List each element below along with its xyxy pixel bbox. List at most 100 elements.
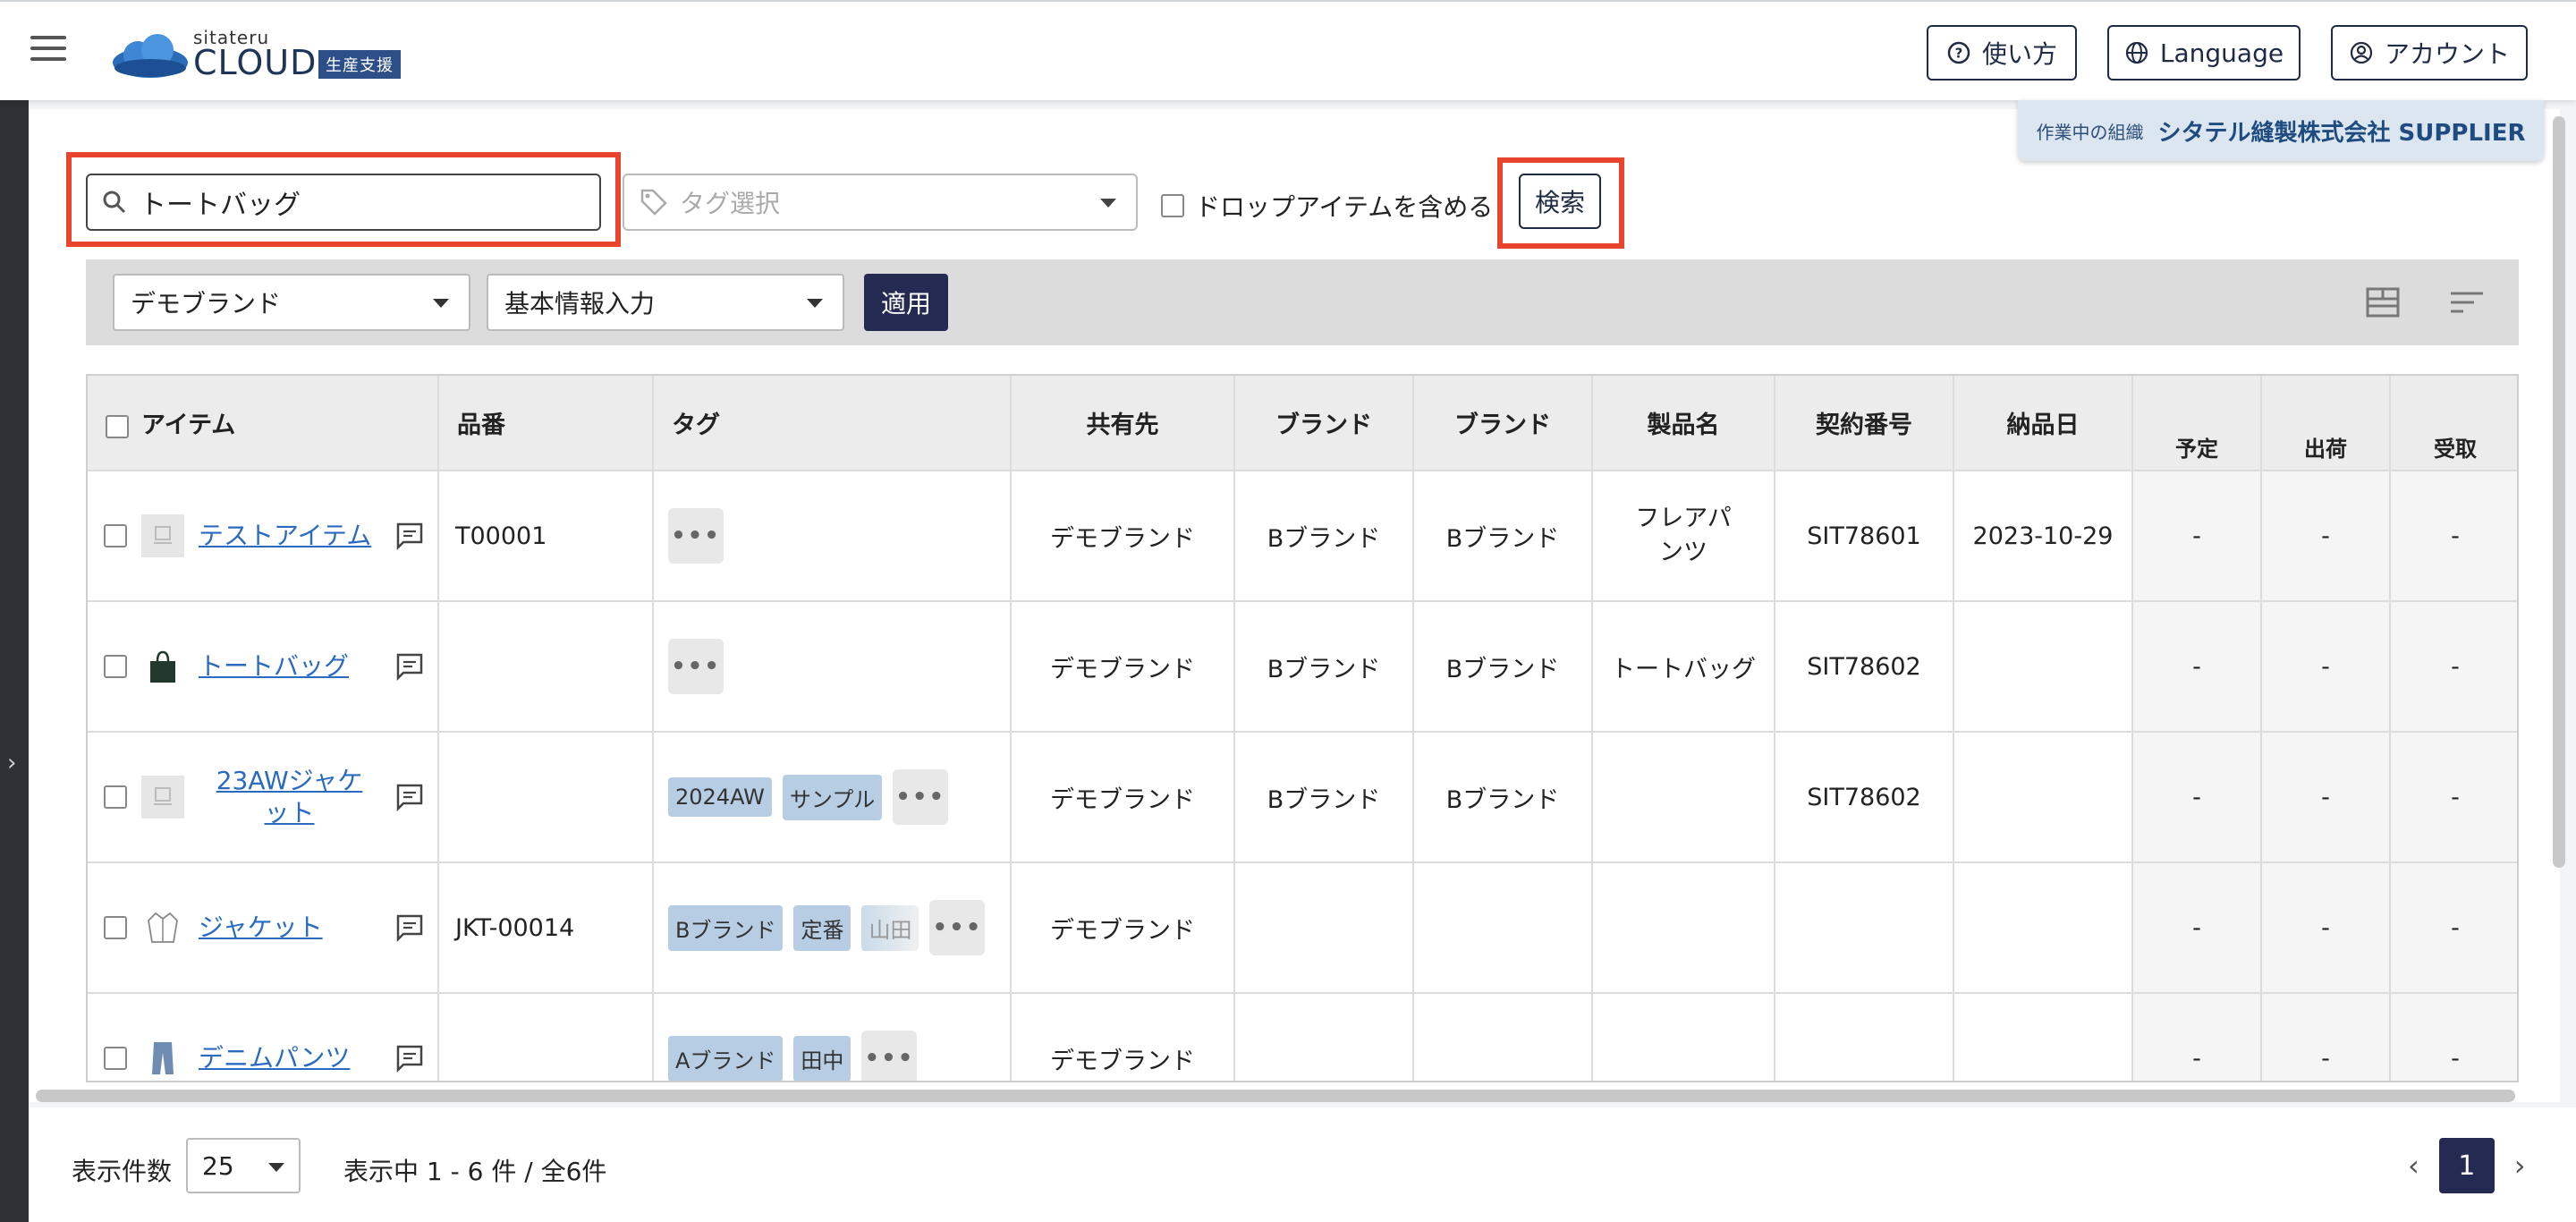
- item-link[interactable]: テストアイテム: [199, 520, 380, 552]
- tag-chip[interactable]: Aブランド: [668, 1035, 784, 1081]
- placeholder-image-icon: [154, 787, 172, 805]
- question-circle-icon: ?: [1947, 41, 1970, 64]
- more-tags-button[interactable]: •••: [893, 769, 949, 825]
- table-row: デニムパンツ Aブランド 田中 ••• デモブランド - - -: [88, 993, 2517, 1081]
- comment-icon[interactable]: [394, 1043, 425, 1073]
- cell-contract: SIT78602: [1775, 601, 1954, 733]
- cell-shipped: -: [2261, 862, 2391, 994]
- denim-pants-icon: [152, 1042, 174, 1074]
- chevron-right-icon[interactable]: ›: [2514, 1149, 2526, 1183]
- checkbox[interactable]: [1161, 194, 1184, 217]
- cell-code: T00001: [438, 471, 654, 602]
- tag-chip[interactable]: 山田: [861, 904, 919, 951]
- placeholder-image-icon: [154, 526, 172, 544]
- globe-icon: [2125, 41, 2148, 64]
- header-brand-2: ブランド: [1413, 376, 1593, 471]
- organization-name: シタテル縫製株式会社 SUPPLIER: [2157, 119, 2526, 147]
- tag-chip[interactable]: 定番: [793, 904, 852, 951]
- cell-code: [438, 993, 654, 1081]
- pagination-footer: 表示件数 25 表示中 1 - 6 件 / 全6件 ‹ 1 ›: [29, 1107, 2576, 1222]
- row-checkbox[interactable]: [104, 524, 127, 547]
- cell-code: [438, 732, 654, 863]
- cell-tags: Bブランド 定番 山田 •••: [653, 862, 1012, 994]
- cell-contract: [1775, 862, 1954, 994]
- apply-button[interactable]: 適用: [864, 274, 948, 331]
- per-page-select[interactable]: 25: [186, 1138, 301, 1193]
- cell-brand-2: Bブランド: [1413, 471, 1593, 602]
- header-tag: タグ: [653, 376, 1012, 471]
- app-logo[interactable]: sitateru CLOUD 生産支援: [111, 27, 415, 82]
- collapsed-sidebar[interactable]: ›: [0, 100, 29, 1222]
- row-checkbox[interactable]: [104, 1047, 127, 1070]
- brand-select[interactable]: デモブランド: [113, 274, 470, 331]
- menu-icon[interactable]: [30, 36, 66, 64]
- include-dropped-checkbox[interactable]: ドロップアイテムを含める: [1161, 188, 1493, 224]
- search-icon: [103, 191, 126, 214]
- table-row: 23AWジャケット 2024AW サンプル ••• デモブランド Bブランド Bブラ…: [88, 732, 2517, 863]
- header-product-name: 製品名: [1592, 376, 1775, 471]
- tag-chip[interactable]: 2024AW: [668, 777, 772, 817]
- search-input[interactable]: [140, 186, 587, 218]
- row-checkbox[interactable]: [104, 916, 127, 939]
- more-tags-button[interactable]: •••: [668, 508, 724, 564]
- chevron-right-icon[interactable]: ›: [7, 750, 16, 776]
- item-link[interactable]: ジャケット: [199, 912, 380, 944]
- header-item[interactable]: アイテム: [88, 376, 439, 471]
- pager: ‹ 1 ›: [2408, 1138, 2526, 1193]
- table-row: テストアイテム T00001 ••• デモブランド Bブランド Bブランド フレ…: [88, 471, 2517, 602]
- account-button[interactable]: アカウント: [2331, 25, 2528, 81]
- keyword-search-field[interactable]: [86, 174, 601, 231]
- tag-chip[interactable]: サンプル: [782, 774, 883, 820]
- cell-contract: [1775, 993, 1954, 1081]
- more-tags-button[interactable]: •••: [861, 1031, 918, 1081]
- page-button-current[interactable]: 1: [2438, 1138, 2495, 1193]
- cell-code: JKT-00014: [438, 862, 654, 994]
- layout-toggle-icon[interactable]: [2365, 286, 2401, 318]
- row-checkbox[interactable]: [104, 785, 127, 809]
- cell-brand-2: [1413, 862, 1593, 994]
- stage-select[interactable]: 基本情報入力: [487, 274, 844, 331]
- chevron-left-icon[interactable]: ‹: [2408, 1149, 2419, 1183]
- cell-planned: -: [2132, 601, 2262, 733]
- tag-chip[interactable]: 田中: [793, 1035, 852, 1081]
- comment-icon[interactable]: [394, 912, 425, 943]
- comment-icon[interactable]: [394, 782, 425, 812]
- user-circle-icon: [2350, 41, 2373, 64]
- svg-text:?: ?: [1955, 46, 1963, 62]
- result-count: 表示中 1 - 6 件 / 全6件: [343, 1157, 607, 1186]
- cell-share: デモブランド: [1011, 993, 1235, 1081]
- cell-product-name: [1592, 993, 1775, 1081]
- item-link[interactable]: 23AWジャケット: [199, 765, 380, 830]
- tag-chip[interactable]: Bブランド: [668, 904, 784, 951]
- caret-down-icon: [1100, 199, 1116, 208]
- cell-share: デモブランド: [1011, 862, 1235, 994]
- search-button[interactable]: 検索: [1519, 174, 1601, 229]
- header-brand-1: ブランド: [1234, 376, 1414, 471]
- cell-shipped: -: [2261, 993, 2391, 1081]
- comment-icon[interactable]: [394, 521, 425, 551]
- help-button[interactable]: ? 使い方: [1927, 25, 2077, 81]
- tag-select-dropdown[interactable]: タグ選択: [623, 174, 1138, 231]
- comment-icon[interactable]: [394, 651, 425, 682]
- more-tags-button[interactable]: •••: [929, 900, 986, 955]
- language-button[interactable]: Language: [2107, 25, 2301, 81]
- cell-received: -: [2390, 993, 2517, 1081]
- cell-brand-2: [1413, 993, 1593, 1081]
- cell-share: デモブランド: [1011, 601, 1235, 733]
- header-shipped: 出荷: [2261, 376, 2391, 471]
- header-delivery-date: 納品日: [1953, 376, 2133, 471]
- vertical-scrollbar[interactable]: [2553, 116, 2565, 868]
- header-share: 共有先: [1011, 376, 1235, 471]
- per-page-value: 25: [202, 1150, 234, 1181]
- select-all-checkbox[interactable]: [106, 414, 129, 438]
- cell-received: -: [2390, 732, 2517, 863]
- more-tags-button[interactable]: •••: [668, 639, 724, 694]
- caret-down-icon: [433, 299, 449, 308]
- cloud-logo-icon: [113, 34, 188, 78]
- horizontal-scrollbar[interactable]: [36, 1090, 2515, 1102]
- sort-icon[interactable]: [2449, 286, 2485, 318]
- row-checkbox[interactable]: [104, 655, 127, 678]
- account-button-label: アカウント: [2384, 39, 2510, 69]
- item-link[interactable]: トートバッグ: [199, 650, 380, 683]
- item-link[interactable]: デニムパンツ: [199, 1042, 380, 1074]
